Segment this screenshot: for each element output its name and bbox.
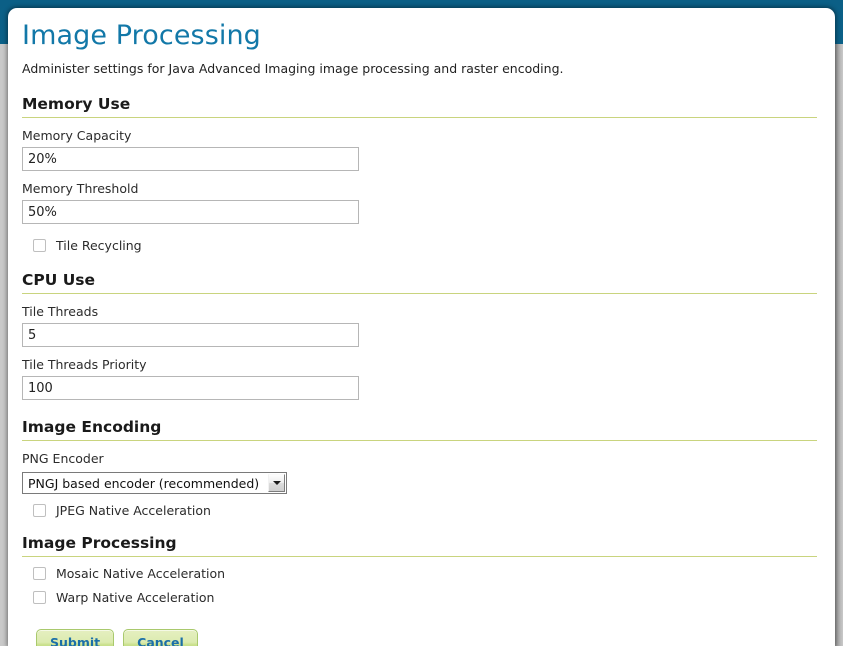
checkbox-row-mosaic-native-acceleration[interactable]: Mosaic Native Acceleration [22, 557, 821, 581]
checkbox-row-tile-recycling[interactable]: Tile Recycling [22, 224, 821, 253]
section-heading-image-encoding: Image Encoding [22, 400, 817, 441]
cancel-button[interactable]: Cancel [123, 629, 198, 646]
jpeg-native-acceleration-label: JPEG Native Acceleration [56, 503, 211, 518]
jpeg-native-acceleration-checkbox[interactable] [33, 504, 46, 517]
warp-native-acceleration-label: Warp Native Acceleration [56, 590, 215, 605]
submit-button[interactable]: Submit [36, 629, 115, 646]
content-panel: Image Processing Administer settings for… [8, 8, 835, 646]
warp-native-acceleration-checkbox[interactable] [33, 591, 46, 604]
tile-recycling-label: Tile Recycling [56, 238, 142, 253]
field-label-memory-capacity: Memory Capacity [22, 128, 132, 143]
tile-threads-priority-input[interactable] [22, 376, 359, 400]
png-encoder-select[interactable]: PNGJ based encoder (recommended) [22, 472, 287, 494]
browser-window: Image Processing Administer settings for… [0, 0, 843, 646]
field-label-png-encoder: PNG Encoder [22, 451, 104, 466]
form-action-bar: Submit Cancel [22, 605, 821, 646]
memory-threshold-input[interactable] [22, 200, 359, 224]
checkbox-row-jpeg-native-acceleration[interactable]: JPEG Native Acceleration [22, 494, 821, 518]
section-heading-image-processing: Image Processing [22, 518, 817, 557]
field-label-memory-threshold: Memory Threshold [22, 181, 139, 196]
tile-recycling-checkbox[interactable] [33, 239, 46, 252]
field-label-tile-threads-priority: Tile Threads Priority [22, 357, 147, 372]
field-label-tile-threads: Tile Threads [22, 304, 99, 319]
form-container: Image Processing Administer settings for… [8, 8, 835, 646]
page-title: Image Processing [22, 20, 261, 51]
section-heading-cpu-use: CPU Use [22, 253, 817, 294]
tile-threads-input[interactable] [22, 323, 359, 347]
page-description: Administer settings for Java Advanced Im… [22, 61, 564, 76]
memory-capacity-input[interactable] [22, 147, 359, 171]
png-encoder-select-wrap: PNGJ based encoder (recommended) [22, 472, 287, 494]
mosaic-native-acceleration-label: Mosaic Native Acceleration [56, 566, 226, 581]
checkbox-row-warp-native-acceleration[interactable]: Warp Native Acceleration [22, 581, 821, 605]
section-heading-memory-use: Memory Use [22, 77, 817, 118]
mosaic-native-acceleration-checkbox[interactable] [33, 567, 46, 580]
